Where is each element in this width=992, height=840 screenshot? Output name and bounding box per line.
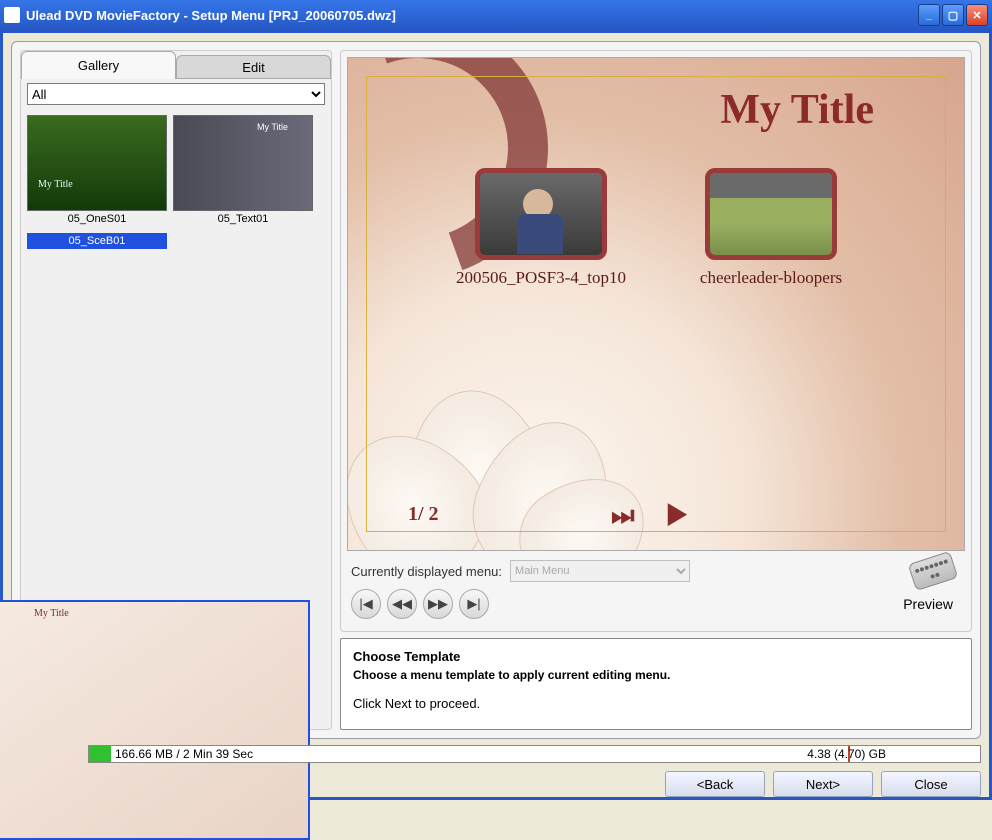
menu-nav-icons[interactable]: ⏭ ▶: [611, 500, 701, 532]
maximize-button[interactable]: ▢: [942, 4, 964, 26]
menu-preview[interactable]: My Title 200506_POSF3-4_top10 cheerleade…: [347, 57, 965, 551]
capacity-used-text: 166.66 MB / 2 Min 39 Sec: [115, 747, 253, 761]
tab-gallery[interactable]: Gallery: [21, 51, 176, 79]
hint-next: Click Next to proceed.: [353, 696, 959, 711]
hint-box: Choose Template Choose a menu template t…: [340, 638, 972, 730]
template-thumb-selected[interactable]: My Title 05_SceB01: [27, 233, 167, 249]
next-button[interactable]: ▶▶: [423, 589, 453, 619]
gallery-panel: Gallery Edit All My Title 05_OneS01 My T…: [20, 50, 332, 730]
menu-clip[interactable]: cheerleader-bloopers: [681, 168, 861, 288]
app-icon: [4, 7, 20, 23]
displayed-menu-label: Currently displayed menu:: [351, 564, 502, 579]
close-button[interactable]: Close: [881, 771, 981, 797]
first-button[interactable]: |◀: [351, 589, 381, 619]
window-title: Ulead DVD MovieFactory - Setup Menu [PRJ…: [26, 8, 918, 23]
template-thumb[interactable]: My Title 05_Text01: [173, 115, 313, 227]
displayed-menu-select[interactable]: Main Menu: [510, 560, 690, 582]
preview-label: Preview: [903, 596, 961, 612]
menu-title[interactable]: My Title: [720, 86, 874, 134]
prev-button[interactable]: ◀◀: [387, 589, 417, 619]
preview-panel: My Title 200506_POSF3-4_top10 cheerleade…: [340, 50, 972, 632]
thumb-label: 05_OneS01: [27, 211, 167, 227]
minimize-button[interactable]: _: [918, 4, 940, 26]
tab-edit[interactable]: Edit: [176, 55, 331, 79]
page-indicator: 1/ 2: [408, 503, 439, 526]
last-button[interactable]: ▶|: [459, 589, 489, 619]
window-close-button[interactable]: ✕: [966, 4, 988, 26]
next-button-nav[interactable]: Next>: [773, 771, 873, 797]
capacity-bar: 166.66 MB / 2 Min 39 Sec 4.38 (4.70) GB: [88, 745, 981, 763]
capacity-used-bar: [89, 746, 111, 762]
thumb-label: 05_Text01: [173, 211, 313, 227]
clip-label: cheerleader-bloopers: [681, 268, 861, 288]
template-filter-select[interactable]: All: [27, 83, 325, 105]
menu-clip[interactable]: 200506_POSF3-4_top10: [451, 168, 631, 288]
thumb-label: 05_SceB01: [27, 233, 167, 249]
title-bar: Ulead DVD MovieFactory - Setup Menu [PRJ…: [0, 0, 992, 30]
back-button[interactable]: <Back: [665, 771, 765, 797]
clip-label: 200506_POSF3-4_top10: [451, 268, 631, 288]
hint-text: Choose a menu template to apply current …: [353, 668, 959, 682]
template-thumb[interactable]: My Title 05_OneS01: [27, 115, 167, 227]
capacity-total-text: 4.38 (4.70) GB: [807, 747, 966, 761]
hint-heading: Choose Template: [353, 649, 959, 664]
